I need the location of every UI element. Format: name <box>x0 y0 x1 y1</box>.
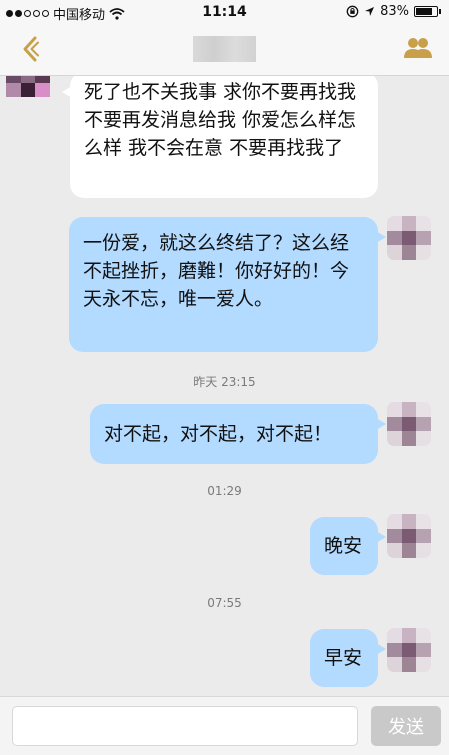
message-bubble-outgoing[interactable]: 早安 <box>310 629 386 687</box>
message-text: 晚安 <box>324 535 363 557</box>
message-text: 死了也不关我事 求你不要再找我 不要再发消息给我 你爱怎么样怎么样 我不会在意 … <box>84 81 357 159</box>
avatar[interactable] <box>387 216 431 260</box>
avatar[interactable] <box>387 402 431 446</box>
message-text: 一份爱，就这么终结了？这么经不起挫折，磨難！你好好的！今天永不忘，唯一爱人。 <box>83 232 350 310</box>
status-bar: 中国移动 11:14 83% <box>0 0 449 24</box>
timestamp: 07:55 <box>207 596 242 610</box>
back-chevron-icon[interactable] <box>18 34 48 64</box>
contact-name-redacted <box>193 36 256 62</box>
avatar[interactable] <box>387 628 431 672</box>
orientation-lock-icon <box>346 5 359 18</box>
battery-percent: 83% <box>380 4 409 19</box>
message-input[interactable] <box>12 706 358 746</box>
message-text: 早安 <box>324 647 363 669</box>
avatar[interactable] <box>6 76 50 112</box>
input-bar: 发送 <box>0 696 449 755</box>
timestamp: 昨天 23:15 <box>193 375 256 389</box>
send-button[interactable]: 发送 <box>371 706 441 746</box>
nav-bar <box>0 24 449 76</box>
message-bubble-outgoing[interactable]: 对不起，对不起，对不起！ <box>90 404 386 464</box>
battery-tip <box>439 9 441 14</box>
message-text: 对不起，对不起，对不起！ <box>104 423 333 445</box>
chat-area[interactable]: 死了也不关我事 求你不要再找我 不要再发消息给我 你爱怎么样怎么样 我不会在意 … <box>0 76 449 696</box>
message-bubble-outgoing[interactable]: 晚安 <box>310 517 386 575</box>
status-right: 83% <box>346 4 441 19</box>
avatar[interactable] <box>387 514 431 558</box>
message-bubble-outgoing[interactable]: 一份爱，就这么终结了？这么经不起挫折，磨難！你好好的！今天永不忘，唯一爱人。 <box>69 217 386 352</box>
battery-icon <box>414 6 438 17</box>
contacts-icon[interactable] <box>403 36 433 60</box>
message-bubble-incoming[interactable]: 死了也不关我事 求你不要再找我 不要再发消息给我 你爱怎么样怎么样 我不会在意 … <box>62 76 378 198</box>
timestamp: 01:29 <box>207 484 242 498</box>
location-arrow-icon <box>365 7 375 16</box>
